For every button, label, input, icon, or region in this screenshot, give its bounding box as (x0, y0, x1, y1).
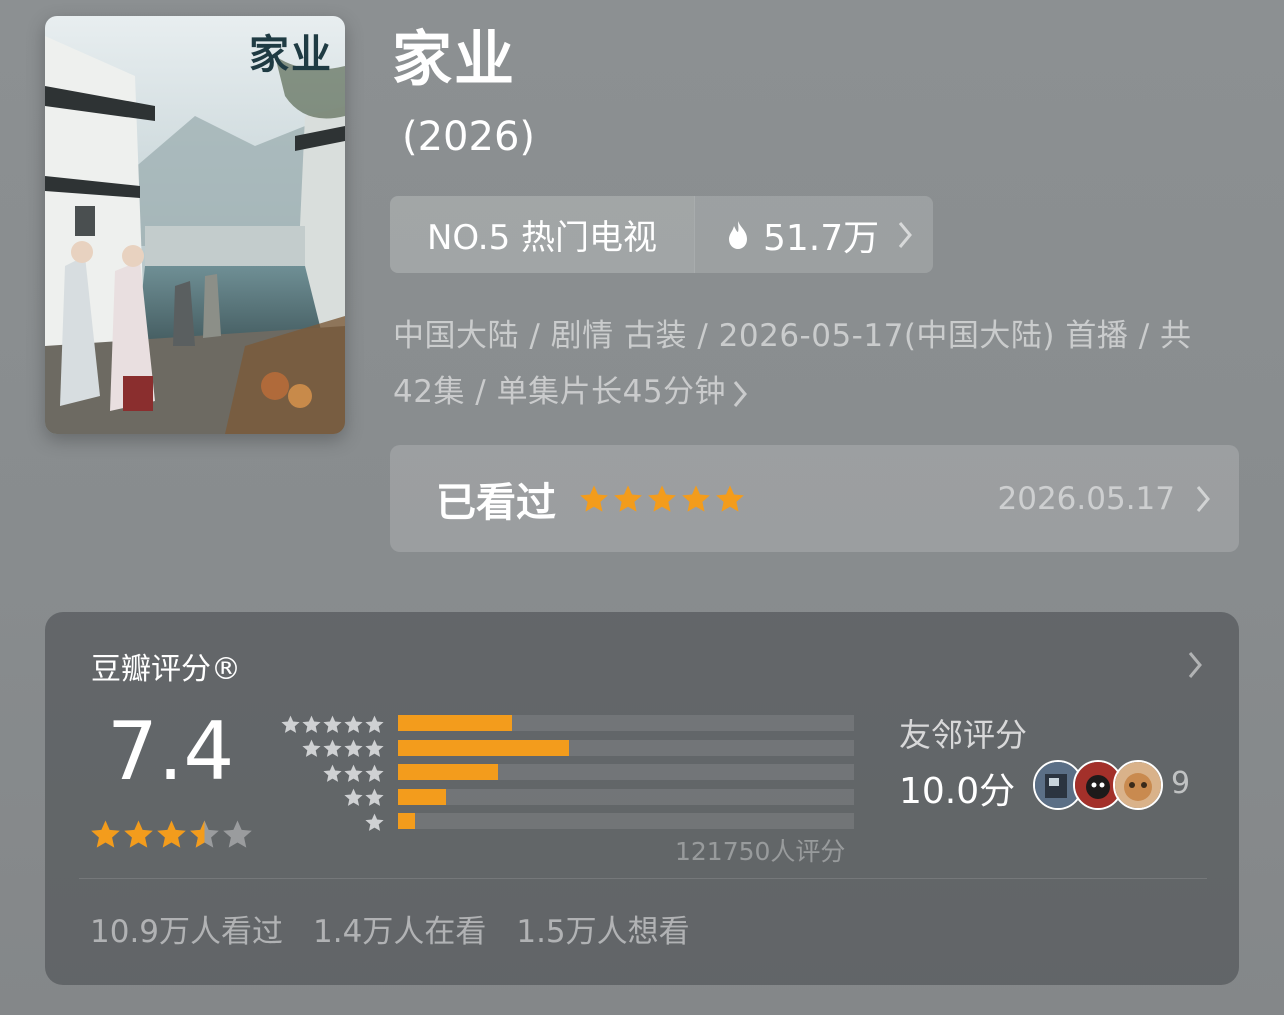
show-info-text: 中国大陆 / 剧情 古装 / 2026-05-17(中国大陆) 首播 / 共 4… (393, 318, 1192, 410)
three-star-icon (323, 764, 384, 782)
avatar-image (1115, 762, 1161, 808)
four-star-icon (302, 739, 384, 758)
rating-score: 7.4 (107, 705, 235, 798)
empty-star-icon (223, 820, 252, 848)
chevron-right-icon (733, 380, 747, 407)
douban-rating-card[interactable]: 豆瓣评分® 7.4 121750人评分 友邻评分 10.0分 9 10.9万人看… (45, 612, 1239, 985)
rating-bar-fill-1 (398, 813, 416, 829)
rating-bar-fill-5 (398, 715, 512, 731)
distribution-label-1 (277, 810, 385, 835)
chevron-right-icon[interactable] (1187, 650, 1203, 680)
poster-title-text: 家业 (249, 31, 333, 78)
two-star-icon (344, 788, 384, 807)
rating-distribution-bars (398, 715, 854, 838)
distribution-label-2 (277, 786, 385, 811)
star-icon (157, 820, 186, 848)
star-icon (124, 820, 153, 848)
rating-card-title: 豆瓣评分® (91, 652, 241, 687)
watching-count[interactable]: 1.4万人在看 (313, 906, 486, 951)
score-stars (89, 818, 254, 851)
show-info[interactable]: 中国大陆 / 剧情 古装 / 2026-05-17(中国大陆) 首播 / 共 4… (393, 308, 1233, 420)
rating-bar-3 (398, 764, 854, 780)
star-icon (91, 820, 120, 848)
one-star-icon (365, 813, 384, 831)
rating-bar-5 (398, 715, 854, 731)
five-star-icon (281, 715, 384, 733)
half-star-icon (190, 820, 219, 848)
my-rating-stars (578, 483, 748, 515)
rating-bar-fill-4 (398, 739, 569, 756)
rating-bar-fill-2 (398, 788, 446, 805)
divider (79, 878, 1207, 879)
release-year: (2026) (402, 114, 536, 160)
distribution-label-5 (277, 712, 385, 737)
watched-date: 2026.05.17 (997, 480, 1176, 517)
star-icon (648, 484, 676, 512)
star-icon (716, 484, 744, 512)
flame-icon (729, 220, 747, 249)
want-count[interactable]: 1.5万人想看 (516, 906, 689, 951)
watched-label: 已看过 (436, 479, 556, 526)
star-icon (682, 484, 710, 512)
rating-bar-fill-3 (398, 764, 499, 780)
poster-image[interactable]: 家业 (45, 16, 345, 434)
star-icon (580, 484, 608, 512)
rating-count: 121750人评分 (675, 837, 846, 866)
distribution-label-4 (277, 737, 385, 762)
audience-stats: 10.9万人看过 1.4万人在看 1.5万人想看 (90, 906, 720, 951)
distribution-star-labels (277, 712, 385, 835)
heat-indicator[interactable]: 51.7万 (695, 196, 933, 273)
chevron-right-icon (899, 221, 913, 248)
star-icon (614, 484, 642, 512)
heat-value: 51.7万 (763, 217, 880, 259)
rank-pill[interactable]: NO.5 热门电视 51.7万 (390, 196, 933, 273)
rating-bar-2 (398, 788, 854, 805)
friend-avatars[interactable] (1033, 760, 1163, 810)
distribution-label-3 (277, 761, 385, 786)
avatar[interactable] (1113, 760, 1163, 810)
friends-rating-score: 10.0分 (899, 771, 1016, 812)
friends-rating-label: 友邻评分 (899, 716, 1028, 754)
rating-bar-4 (398, 739, 854, 756)
rank-label: NO.5 热门电视 (390, 196, 695, 273)
friends-count: 9 (1171, 766, 1191, 801)
watched-status-bar[interactable]: 已看过 2026.05.17 (390, 445, 1239, 552)
chevron-right-icon (1196, 485, 1210, 512)
rating-bar-1 (398, 813, 854, 829)
page-title: 家业 (392, 25, 516, 95)
watched-count[interactable]: 10.9万人看过 (90, 906, 283, 951)
